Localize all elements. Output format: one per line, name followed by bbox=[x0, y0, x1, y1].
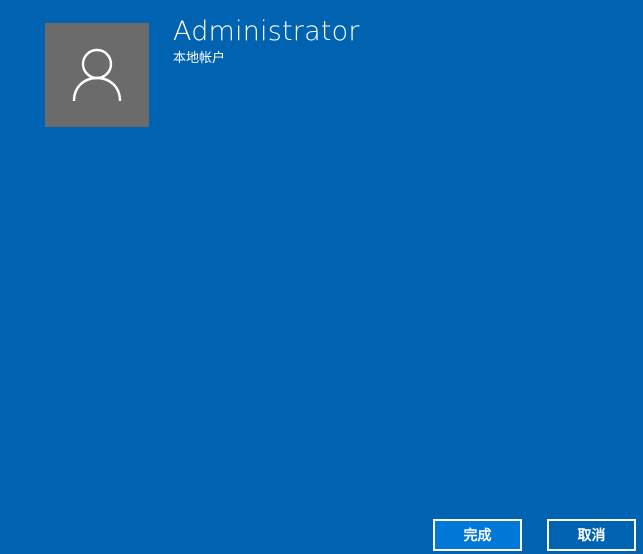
account-avatar bbox=[45, 23, 149, 127]
finish-button[interactable]: 完成 bbox=[433, 519, 522, 551]
cancel-button[interactable]: 取消 bbox=[547, 519, 636, 551]
account-name: Administrator bbox=[173, 16, 360, 47]
user-icon bbox=[72, 48, 122, 102]
account-type-label: 本地帐户 bbox=[173, 51, 226, 66]
